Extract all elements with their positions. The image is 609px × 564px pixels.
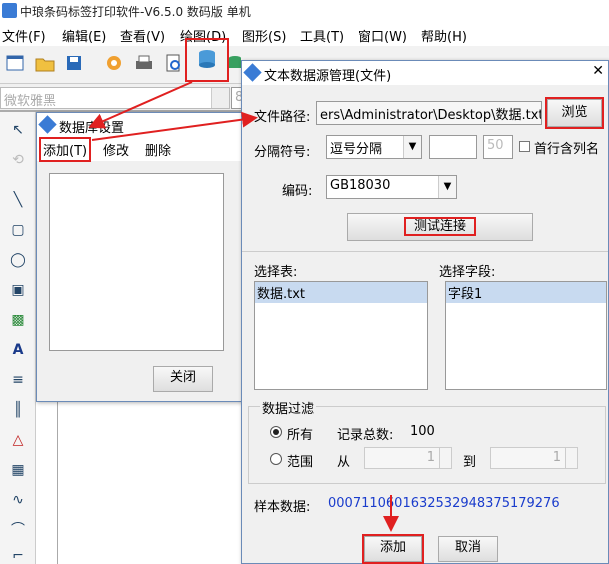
app-logo-icon: [2, 3, 17, 18]
data-filter-label: 数据过滤: [260, 398, 317, 417]
menu-edit[interactable]: 编辑(E): [62, 26, 106, 45]
text-tool-icon[interactable]: A: [8, 340, 28, 360]
range-from-value: 1: [426, 450, 435, 465]
chevron-down-icon[interactable]: ▼: [403, 136, 421, 158]
table-list-item[interactable]: 数据.txt: [255, 282, 427, 303]
menu-shape[interactable]: 图形(S): [242, 26, 286, 45]
field-list[interactable]: 字段1: [445, 281, 607, 390]
menu-tools[interactable]: 工具(T): [300, 26, 344, 45]
text-datasource-dialog: 文本数据源管理(文件) ✕ 文件路径: ers\Administrator\Des…: [241, 60, 609, 564]
delete-database-button[interactable]: 删除: [145, 140, 171, 159]
first-row-label: 首行含列名: [534, 142, 600, 157]
settings-gear-icon[interactable]: [103, 52, 125, 74]
ellipse-tool-icon[interactable]: ◯: [8, 250, 28, 270]
divider: [242, 251, 608, 252]
browse-button[interactable]: 浏览: [545, 97, 604, 129]
shape-tool-icon[interactable]: △: [8, 430, 28, 450]
separator-length-input[interactable]: 50: [483, 135, 513, 159]
polyline-tool-icon[interactable]: ⌐: [8, 546, 28, 564]
database-dialog-title-bar: 数据库设置: [37, 113, 242, 137]
sample-data-label: 样本数据:: [254, 500, 311, 515]
select-table-label: 选择表:: [254, 265, 298, 280]
font-family-value: 微软雅黑: [4, 94, 57, 109]
menu-bar: 文件(F) 编辑(E) 查看(V) 绘图(D) 图形(S) 工具(T) 窗口(W…: [0, 22, 609, 46]
range-label: 范围: [287, 455, 314, 470]
separator-select[interactable]: 逗号分隔 ▼: [326, 135, 422, 159]
print-icon[interactable]: [133, 52, 155, 74]
test-connection-button[interactable]: 测试连接: [347, 213, 533, 241]
range-radio[interactable]: [270, 453, 282, 465]
range-to-label: 到: [463, 455, 477, 470]
sample-data-value: 0007110601632532948375179276: [328, 496, 560, 511]
new-file-icon[interactable]: [4, 52, 26, 74]
menu-file[interactable]: 文件(F): [2, 26, 46, 45]
database-dialog-menu: 添加(T) 修改 删除: [37, 137, 242, 162]
add-database-button[interactable]: 添加(T): [38, 137, 92, 162]
field-list-item[interactable]: 字段1: [446, 282, 606, 303]
cancel-button[interactable]: 取消: [438, 536, 498, 562]
rotate-icon[interactable]: ⟲: [8, 150, 28, 170]
encoding-select[interactable]: GB18030 ▼: [326, 175, 457, 199]
close-icon[interactable]: ✕: [592, 63, 604, 79]
dialog-icon: [38, 115, 57, 134]
chevron-down-icon[interactable]: [211, 88, 229, 108]
line-tool-icon[interactable]: ╲: [8, 190, 28, 210]
menu-help[interactable]: 帮助(H): [421, 26, 467, 45]
font-family-select[interactable]: 微软雅黑: [0, 87, 230, 109]
save-icon[interactable]: [63, 52, 85, 74]
arc-tool-icon[interactable]: ⌒: [8, 520, 28, 540]
chevron-down-icon[interactable]: ▼: [438, 176, 456, 198]
record-count-value: 100: [410, 424, 435, 439]
spinner-icon[interactable]: [439, 448, 451, 468]
range-from-input[interactable]: 1: [364, 447, 452, 469]
select-field-label: 选择字段:: [439, 265, 496, 280]
all-radio[interactable]: [270, 426, 282, 438]
app-title: 中琅条码标签打印软件-V6.5.0 数码版 单机: [20, 5, 251, 19]
add-button[interactable]: 添加: [362, 534, 424, 564]
qrcode-tool-icon[interactable]: ▦: [8, 460, 28, 480]
separator-label: 分隔符号:: [254, 145, 311, 160]
first-row-checkbox[interactable]: [519, 141, 530, 152]
dialog-icon: [243, 63, 262, 82]
test-connection-label: 测试连接: [403, 217, 477, 236]
database-settings-dialog: 数据库设置 添加(T) 修改 删除 关闭: [36, 112, 243, 402]
image-tool-icon[interactable]: ▣: [8, 280, 28, 300]
range-to-value: 1: [552, 450, 561, 465]
canvas-area[interactable]: [58, 396, 243, 564]
custom-separator-input[interactable]: [429, 135, 477, 159]
open-folder-icon[interactable]: [34, 52, 56, 74]
record-count-label: 记录总数:: [337, 428, 394, 443]
text-dialog-title: 文本数据源管理(文件): [264, 69, 392, 84]
range-from-label: 从: [337, 455, 351, 470]
radio-dot-icon: [273, 429, 279, 435]
file-path-input[interactable]: ers\Administrator\Desktop\数据.txt: [316, 101, 542, 125]
select-arrow-icon[interactable]: ↖: [8, 120, 28, 140]
file-path-label: 文件路径:: [254, 110, 311, 125]
close-button[interactable]: 关闭: [153, 366, 213, 392]
database-list[interactable]: [49, 173, 224, 351]
barcode-tool-icon[interactable]: ║: [8, 400, 28, 420]
vertical-ruler: [36, 396, 58, 564]
database-settings-button[interactable]: [185, 38, 229, 82]
database-dialog-title: 数据库设置: [59, 121, 125, 136]
separator-value: 逗号分隔: [330, 142, 383, 157]
all-label: 所有: [287, 428, 314, 443]
menu-window[interactable]: 窗口(W): [358, 26, 407, 45]
range-to-input[interactable]: 1: [490, 447, 578, 469]
menu-view[interactable]: 查看(V): [120, 26, 165, 45]
text-dialog-title-bar: 文本数据源管理(文件) ✕: [242, 61, 608, 85]
paragraph-tool-icon[interactable]: ≡: [8, 370, 28, 390]
encoding-value: GB18030: [330, 178, 391, 193]
table-list[interactable]: 数据.txt: [254, 281, 428, 390]
database-icon[interactable]: [228, 52, 242, 74]
encoding-label: 编码:: [282, 184, 313, 199]
rectangle-tool-icon[interactable]: ▢: [8, 220, 28, 240]
modify-database-button[interactable]: 修改: [103, 140, 129, 159]
print-preview-icon[interactable]: [163, 52, 185, 74]
curve-tool-icon[interactable]: ∿: [8, 490, 28, 510]
spinner-icon[interactable]: [565, 448, 577, 468]
picture-tool-icon[interactable]: ▩: [8, 310, 28, 330]
data-filter-group: [248, 406, 606, 484]
app-title-bar: 中琅条码标签打印软件-V6.5.0 数码版 单机: [0, 0, 609, 22]
